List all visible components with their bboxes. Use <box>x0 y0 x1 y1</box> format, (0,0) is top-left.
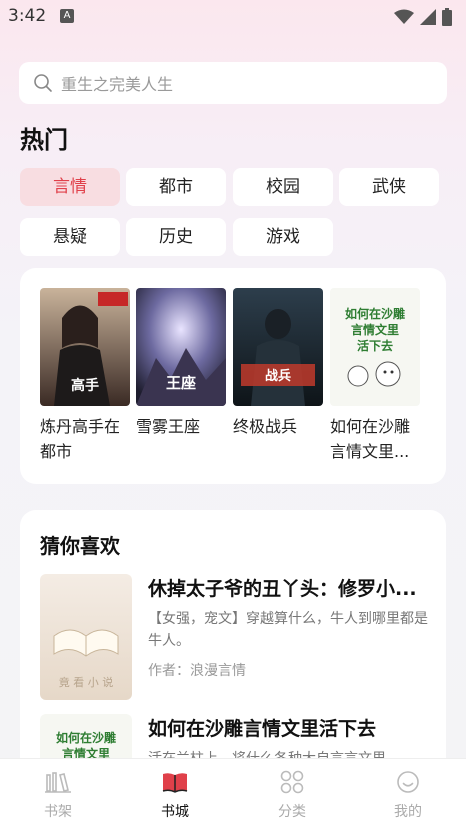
book-title: 雪雾王座 <box>136 417 201 436</box>
signal-icon <box>420 9 436 25</box>
bookstore-icon <box>162 773 188 793</box>
svg-text:活下去: 活下去 <box>357 338 393 353</box>
nav-label: 我的 <box>394 804 422 820</box>
svg-text:战兵: 战兵 <box>265 368 291 384</box>
category-icon <box>280 770 304 794</box>
status-time: 3:42 <box>8 6 47 26</box>
nav-label: 分类 <box>278 804 306 820</box>
svg-text:高手: 高手 <box>71 377 99 394</box>
profile-icon <box>397 771 419 793</box>
svg-text:王座: 王座 <box>166 374 196 392</box>
tag-urban[interactable]: 都市 <box>126 168 226 206</box>
recommend-title: 如何在沙雕言情文里活下去 <box>148 718 377 740</box>
bottom-nav: 书架 书城 分类 我的 <box>0 758 466 830</box>
bookshelf-icon <box>45 772 71 793</box>
tag-wuxia[interactable]: 武侠 <box>339 168 439 206</box>
app-notification-icon: A <box>60 9 74 23</box>
recommend-title: 休掉太子爷的丑丫头：修罗小... <box>148 578 417 600</box>
recommend-author: 作者：浪漫言情 <box>148 663 246 679</box>
book-item[interactable]: 如何在沙雕 言情文里 活下去 如何在沙雕言情文里... <box>330 288 422 464</box>
recommend-cover: 竟 看 小 说 <box>40 574 132 700</box>
book-cover: 王座 <box>136 288 226 406</box>
nav-category[interactable]: 分类 <box>252 769 332 821</box>
hot-books-card: 高手 炼丹高手在都市 王座 雪雾王座 战兵 终极战兵 如何在沙雕 言情文里 活下… <box>20 268 446 484</box>
battery-icon <box>442 8 452 26</box>
book-title: 如何在沙雕言情文里... <box>330 417 411 461</box>
svg-text:如何在沙雕: 如何在沙雕 <box>56 730 116 745</box>
tag-game[interactable]: 游戏 <box>233 218 333 256</box>
recommend-desc: 【女强，宠文】穿越算什么，牛人到哪里都是牛人。 <box>148 611 428 649</box>
book-item[interactable]: 战兵 终极战兵 <box>233 288 325 464</box>
nav-bookshelf[interactable]: 书架 <box>18 769 98 821</box>
status-bar: 3:42 A <box>0 0 466 34</box>
svg-text:言情文里: 言情文里 <box>351 322 399 337</box>
book-item[interactable]: 王座 雪雾王座 <box>136 288 228 464</box>
search-input[interactable]: 重生之完美人生 <box>19 62 447 104</box>
svg-text:如何在沙雕: 如何在沙雕 <box>345 306 405 321</box>
status-indicators <box>394 8 452 26</box>
wifi-icon <box>394 9 414 24</box>
tag-history[interactable]: 历史 <box>126 218 226 256</box>
recommend-item[interactable]: 竟 看 小 说 休掉太子爷的丑丫头：修罗小... 【女强，宠文】穿越算什么，牛人… <box>40 574 430 704</box>
nav-profile[interactable]: 我的 <box>368 769 448 821</box>
tag-campus[interactable]: 校园 <box>233 168 333 206</box>
svg-text:竟 看 小 说: 竟 看 小 说 <box>59 675 114 689</box>
hot-section-title: 热门 <box>20 126 68 154</box>
search-icon <box>34 74 52 92</box>
nav-label: 书架 <box>44 804 72 820</box>
book-item[interactable]: 高手 炼丹高手在都市 <box>40 288 132 464</box>
tag-mystery[interactable]: 悬疑 <box>20 218 120 256</box>
tag-romance[interactable]: 言情 <box>20 168 120 206</box>
book-cover: 战兵 <box>233 288 323 406</box>
nav-bookstore[interactable]: 书城 <box>135 769 215 821</box>
book-title: 终极战兵 <box>233 417 298 436</box>
book-cover: 高手 <box>40 288 130 406</box>
nav-label: 书城 <box>161 804 189 820</box>
book-cover: 如何在沙雕 言情文里 活下去 <box>330 288 420 406</box>
search-placeholder: 重生之完美人生 <box>61 75 174 94</box>
recommend-heading: 猜你喜欢 <box>40 534 120 558</box>
book-title: 炼丹高手在都市 <box>40 417 121 461</box>
